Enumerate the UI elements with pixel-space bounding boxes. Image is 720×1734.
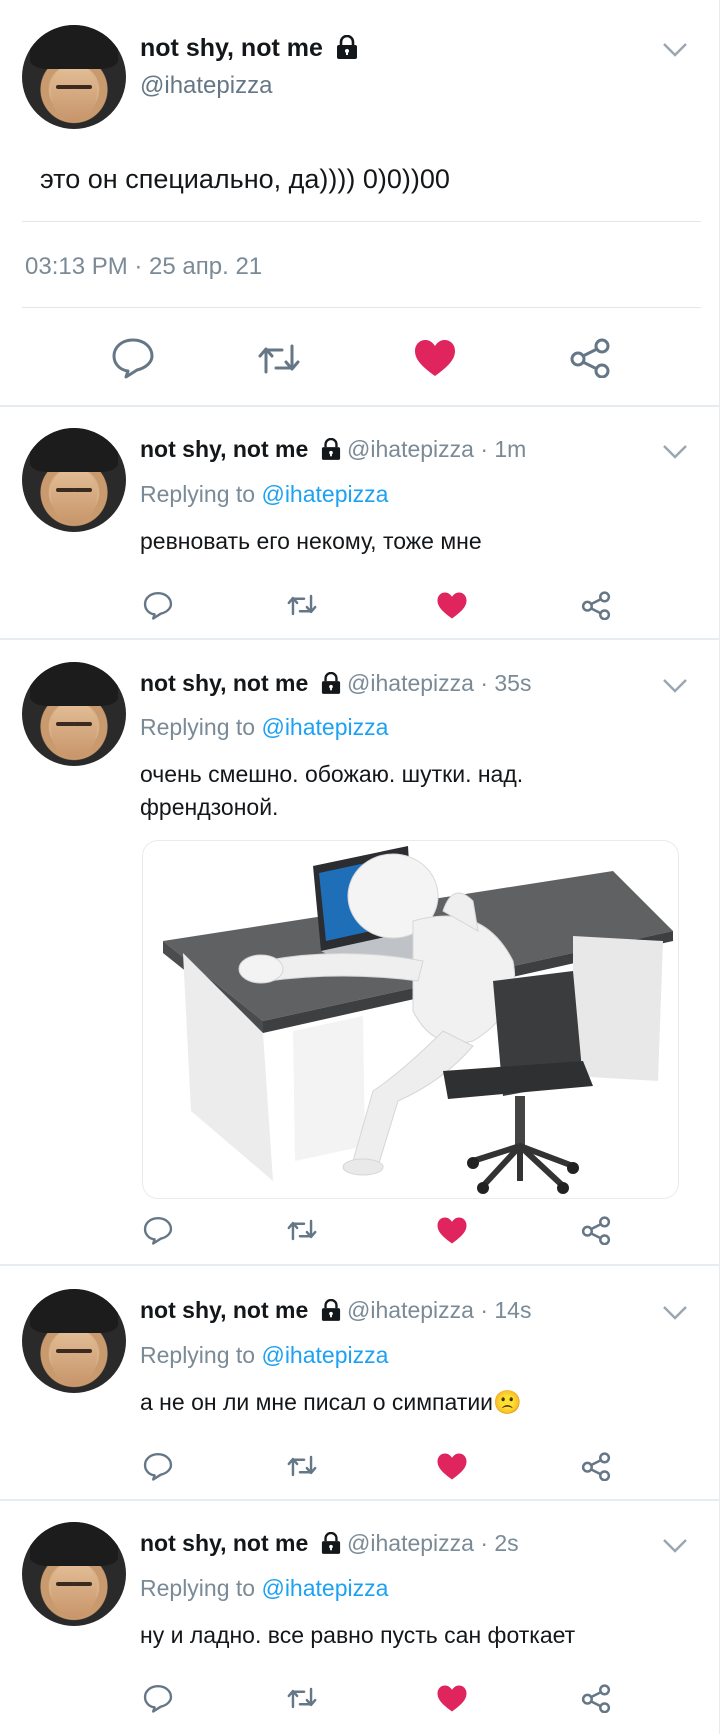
- replying-to-link[interactable]: @ihatepizza: [261, 481, 388, 507]
- reply-icon[interactable]: [143, 591, 173, 620]
- share-icon[interactable]: [581, 1684, 611, 1713]
- chevron-down-icon[interactable]: [662, 1538, 688, 1554]
- avatar[interactable]: [22, 25, 126, 129]
- reply-icon[interactable]: [143, 1452, 173, 1481]
- divider: [22, 307, 701, 308]
- chevron-down-icon[interactable]: [662, 1305, 688, 1321]
- replying-to: Replying to @ihatepizza: [140, 1575, 389, 1601]
- replying-to-link[interactable]: @ihatepizza: [261, 1342, 388, 1368]
- heart-icon[interactable]: [436, 1216, 468, 1245]
- replying-to: Replying to @ihatepizza: [140, 481, 389, 507]
- heart-icon[interactable]: [436, 1684, 468, 1713]
- chevron-down-icon[interactable]: [662, 42, 688, 58]
- divider: [22, 221, 701, 222]
- tweet-text: ну и ладно. все равно пусть сан фоткает: [140, 1622, 576, 1648]
- share-icon[interactable]: [569, 338, 611, 378]
- share-icon[interactable]: [581, 1216, 611, 1245]
- tweet-text-line: френдзоной.: [140, 794, 279, 820]
- tweet-separator: [0, 1264, 720, 1266]
- tweet-separator: [0, 638, 720, 640]
- chevron-down-icon[interactable]: [662, 678, 688, 694]
- reply-icon[interactable]: [143, 1684, 173, 1713]
- tweet-text-line: очень смешно. обожаю. шутки. над.: [140, 761, 524, 787]
- replying-to: Replying to @ihatepizza: [140, 1342, 389, 1368]
- share-icon[interactable]: [581, 1452, 611, 1481]
- reply-icon[interactable]: [143, 1216, 173, 1245]
- avatar[interactable]: [22, 428, 126, 532]
- avatar[interactable]: [22, 1289, 126, 1393]
- tweet-separator: [0, 1499, 720, 1501]
- timestamp: 03:13 PM · 25 апр. 21: [25, 253, 263, 280]
- tweet-text: ревновать его некому, тоже мне: [140, 528, 482, 554]
- tweet-media-image[interactable]: [142, 840, 679, 1199]
- replying-to: Replying to @ihatepizza: [140, 714, 389, 740]
- handle[interactable]: @ihatepizza: [140, 72, 272, 100]
- avatar[interactable]: [22, 662, 126, 766]
- replying-to-link[interactable]: @ihatepizza: [261, 714, 388, 740]
- tweet-text: а не он ли мне писал о симпатии🙁: [140, 1389, 522, 1415]
- avatar[interactable]: [22, 1522, 126, 1626]
- chevron-down-icon[interactable]: [662, 444, 688, 460]
- retweet-icon[interactable]: [286, 593, 318, 617]
- retweet-icon[interactable]: [286, 1454, 318, 1478]
- tweet-text: это он специально, да)))) 0)0))00: [40, 164, 450, 194]
- tweet-header[interactable]: not shy, not me @ihatepizza · 14s: [140, 1297, 531, 1324]
- tweet-header[interactable]: not shy, not me @ihatepizza · 35s: [140, 670, 531, 697]
- lock-icon: [336, 35, 357, 59]
- retweet-icon[interactable]: [256, 342, 302, 376]
- retweet-icon[interactable]: [286, 1218, 318, 1242]
- tweet-header[interactable]: not shy, not me @ihatepizza · 2s: [140, 1530, 519, 1557]
- share-icon[interactable]: [581, 591, 611, 620]
- reply-icon[interactable]: [111, 337, 155, 379]
- heart-icon[interactable]: [436, 591, 468, 620]
- lock-icon: [321, 438, 340, 460]
- tweet-separator: [0, 405, 720, 407]
- tweet-header[interactable]: not shy, not me @ihatepizza · 1m: [140, 436, 526, 463]
- lock-icon: [321, 672, 340, 694]
- display-name[interactable]: not shy, not me: [140, 34, 358, 63]
- replying-to-link[interactable]: @ihatepizza: [261, 1575, 388, 1601]
- heart-icon[interactable]: [436, 1452, 468, 1481]
- lock-icon: [321, 1532, 340, 1554]
- heart-icon[interactable]: [413, 338, 457, 378]
- desk-figure-illustration: [163, 846, 673, 1194]
- lock-icon: [321, 1299, 340, 1321]
- retweet-icon[interactable]: [286, 1686, 318, 1710]
